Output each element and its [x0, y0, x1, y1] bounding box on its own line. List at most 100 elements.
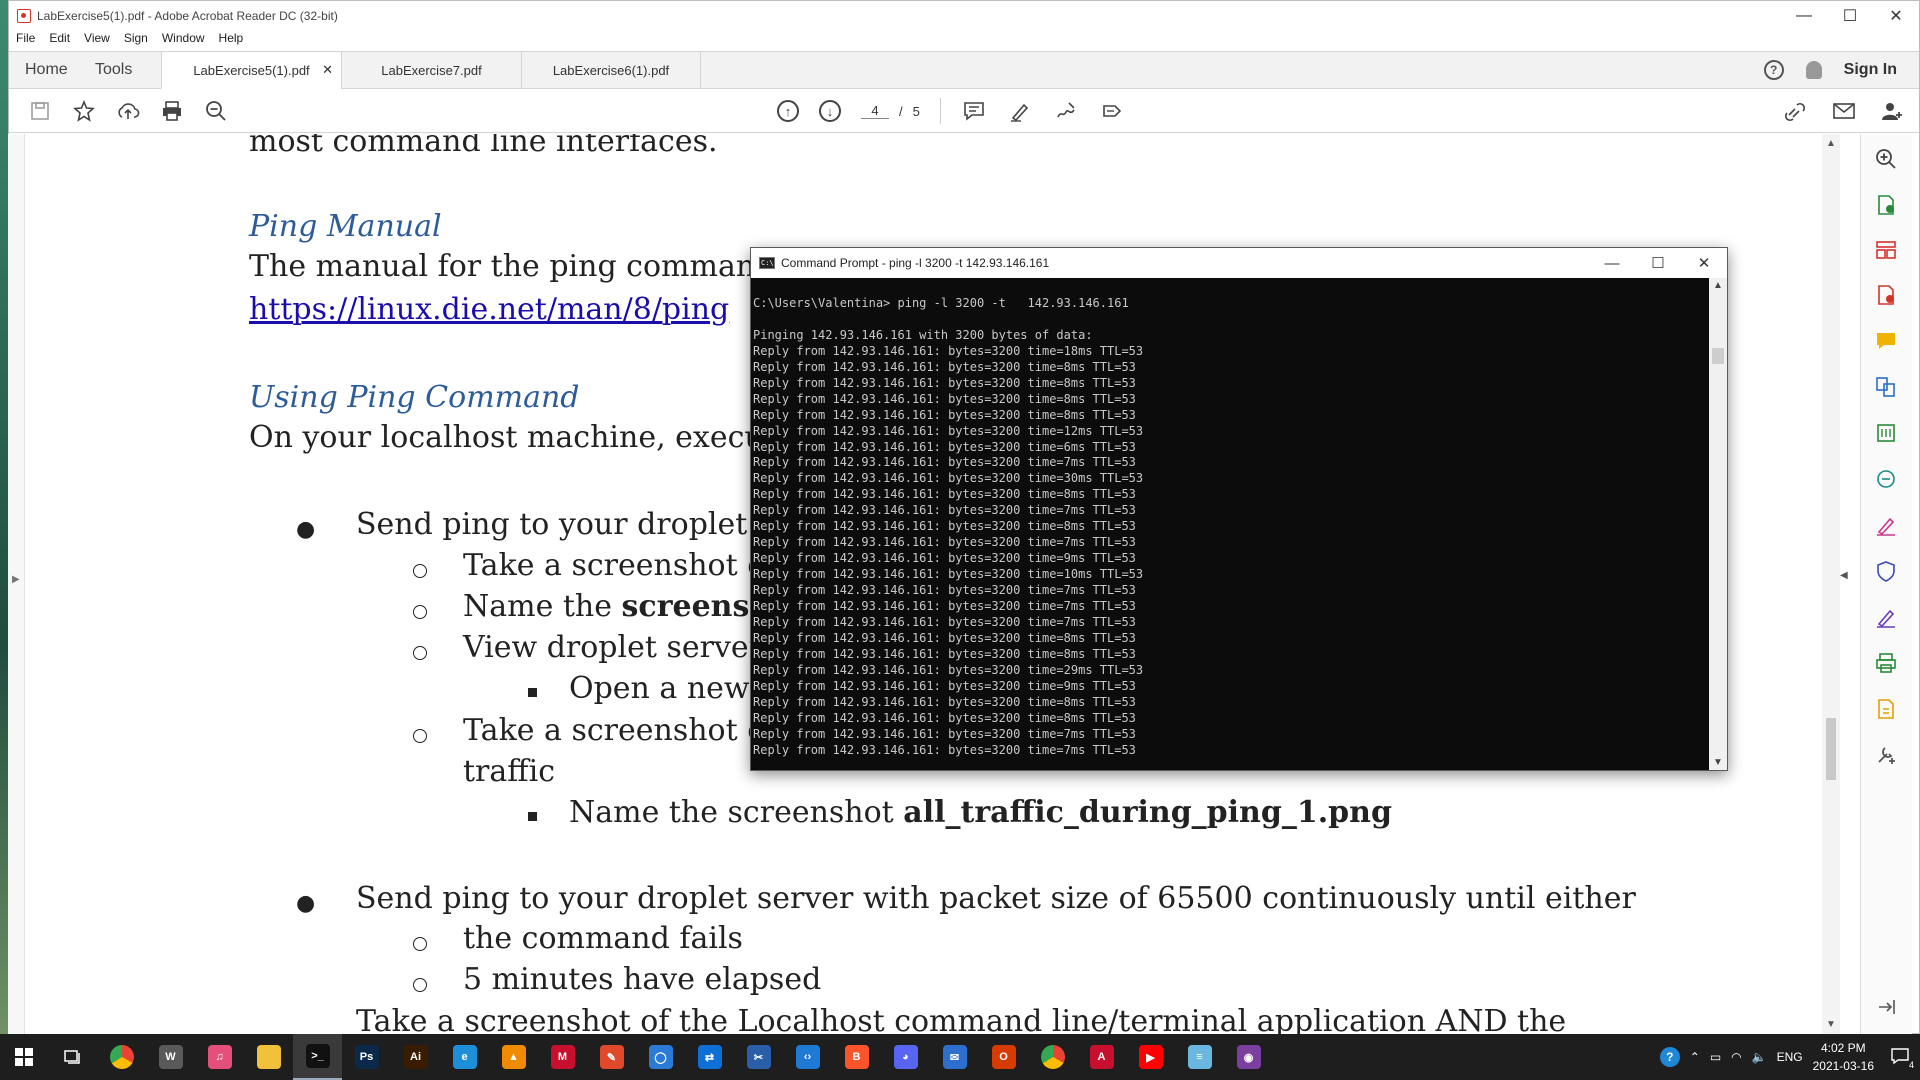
share-link-icon[interactable] [1783, 98, 1809, 124]
taskbar-app-button[interactable]: ♫ [195, 1034, 244, 1080]
upload-cloud-icon[interactable] [115, 98, 141, 124]
comment-icon[interactable] [961, 98, 987, 124]
taskbar-app-button[interactable]: ◕ [881, 1034, 930, 1080]
cmd-reply-line: Reply from 142.93.146.161: bytes=3200 ti… [753, 710, 1136, 725]
taskbar-app-button[interactable]: ⇄ [685, 1034, 734, 1080]
comment-panel-icon[interactable] [1875, 330, 1897, 352]
organize-pages-icon[interactable] [1875, 239, 1897, 261]
combine-files-icon[interactable] [1875, 376, 1897, 398]
save-icon[interactable] [27, 98, 53, 124]
cmd-maximize-button[interactable]: ☐ [1635, 254, 1681, 272]
left-panel-rail[interactable]: ▶ [8, 134, 25, 1034]
taskbar-app-button[interactable]: ✂ [734, 1034, 783, 1080]
taskbar-app-button[interactable] [97, 1034, 146, 1080]
cmd-scroll-up-icon[interactable]: ▲ [1713, 280, 1723, 291]
fill-and-sign-icon[interactable] [1875, 514, 1897, 536]
taskbar-app-button[interactable]: ▶ [1126, 1034, 1175, 1080]
print-icon[interactable] [159, 98, 185, 124]
tab-document-labexercise7[interactable]: LabExercise7.pdf [341, 52, 521, 88]
help-tray-icon[interactable]: ? [1659, 1047, 1680, 1067]
scan-ocr-icon[interactable] [1875, 468, 1897, 490]
cmd-scroll-down-icon[interactable]: ▼ [1713, 757, 1723, 768]
tab-home[interactable]: Home [9, 52, 81, 88]
edit-pdf-icon[interactable] [1875, 422, 1897, 444]
page-number-input[interactable]: 4 [861, 103, 889, 119]
taskbar-app-button[interactable]: Ai [391, 1034, 440, 1080]
taskbar-app-button[interactable]: M [538, 1034, 587, 1080]
maximize-button[interactable]: ☐ [1827, 1, 1873, 31]
print-production-icon[interactable] [1875, 652, 1897, 674]
taskbar-app-button[interactable]: ▲ [489, 1034, 538, 1080]
start-button[interactable] [0, 1034, 48, 1080]
menu-sign[interactable]: Sign [124, 31, 148, 51]
fill-sign-icon[interactable] [1099, 98, 1125, 124]
language-indicator[interactable]: ENG [1777, 1050, 1803, 1064]
tab-tools[interactable]: Tools [81, 52, 161, 88]
chevron-up-icon[interactable]: ⌃ [1690, 1050, 1700, 1064]
more-tools-icon[interactable] [1875, 744, 1897, 766]
create-pdf-icon[interactable] [1875, 194, 1897, 216]
menu-edit[interactable]: Edit [49, 31, 70, 51]
expand-left-panel-icon[interactable]: ▶ [12, 574, 20, 585]
close-tab-icon[interactable]: ✕ [322, 62, 333, 78]
taskbar-app-button[interactable]: ≡ [1175, 1034, 1224, 1080]
sign-icon[interactable] [1053, 98, 1079, 124]
taskbar-app-button[interactable]: W [146, 1034, 195, 1080]
tab-document-labexercise5[interactable]: LabExercise5(1).pdf ✕ [161, 52, 341, 89]
send-for-comments-icon[interactable] [1875, 698, 1897, 720]
menu-view[interactable]: View [84, 31, 110, 51]
task-view-icon[interactable] [48, 1034, 97, 1080]
highlight-pen-icon[interactable] [1007, 98, 1033, 124]
taskbar-app-button[interactable]: e [440, 1034, 489, 1080]
cmd-console-output[interactable]: C:\Users\Valentina> ping -l 3200 -t 142.… [751, 278, 1709, 770]
zoom-out-icon[interactable] [203, 98, 229, 124]
taskbar-app-button[interactable]: ◉ [1224, 1034, 1273, 1080]
close-button[interactable]: ✕ [1873, 1, 1919, 31]
sign-in-button[interactable]: Sign In [1844, 61, 1897, 79]
zoom-in-icon[interactable] [1875, 148, 1897, 170]
command-prompt-window[interactable]: C:\ Command Prompt - ping -l 3200 -t 142… [750, 247, 1728, 771]
scrollbar-thumb[interactable] [1826, 718, 1836, 780]
menu-help[interactable]: Help [219, 31, 244, 51]
battery-icon[interactable]: ▭ [1710, 1050, 1721, 1064]
taskbar-app-button[interactable]: ✉ [930, 1034, 979, 1080]
notifications-bell-icon[interactable] [1805, 61, 1822, 79]
taskbar-app-button[interactable] [244, 1034, 293, 1080]
previous-page-icon[interactable]: ↑ [777, 100, 799, 122]
taskbar-app-button[interactable]: B [832, 1034, 881, 1080]
collapse-right-panel-icon[interactable]: ◀ [1840, 570, 1848, 581]
add-user-icon[interactable] [1879, 98, 1905, 124]
taskbar-app-button[interactable]: A [1077, 1034, 1126, 1080]
help-icon[interactable]: ? [1763, 60, 1784, 80]
protect-shield-icon[interactable] [1875, 560, 1897, 582]
collapse-tools-icon[interactable] [1875, 996, 1897, 1018]
menu-file[interactable]: File [16, 31, 35, 51]
taskbar-app-button[interactable]: ‹› [783, 1034, 832, 1080]
cmd-close-button[interactable]: ✕ [1681, 254, 1727, 272]
volume-icon[interactable]: 🔈 [1752, 1050, 1767, 1064]
scroll-down-icon[interactable]: ▼ [1826, 1019, 1836, 1030]
cmd-scrollbar-thumb[interactable] [1712, 348, 1724, 364]
taskbar-app-button[interactable]: O [979, 1034, 1028, 1080]
cmd-minimize-button[interactable]: — [1589, 255, 1635, 272]
taskbar-app-button[interactable]: ◯ [636, 1034, 685, 1080]
scroll-up-icon[interactable]: ▲ [1826, 138, 1836, 149]
menu-window[interactable]: Window [162, 31, 205, 51]
next-page-icon[interactable]: ↓ [819, 100, 841, 122]
taskbar-app-button[interactable] [1028, 1034, 1077, 1080]
taskbar-app-button[interactable]: ✎ [587, 1034, 636, 1080]
cmd-scrollbar[interactable]: ▲ ▼ [1709, 278, 1727, 770]
wifi-icon[interactable]: ◠ [1731, 1050, 1741, 1064]
clock[interactable]: 4:02 PM 2021-03-16 [1813, 1039, 1874, 1075]
manual-link[interactable]: https://linux.die.net/man/8/ping [249, 292, 729, 327]
taskbar-app-button[interactable]: >_ [293, 1034, 342, 1080]
notification-center-icon[interactable]: 4 [1890, 1047, 1914, 1070]
tab-document-labexercise6[interactable]: LabExercise6(1).pdf [521, 52, 701, 88]
bookmark-star-icon[interactable] [71, 98, 97, 124]
minimize-button[interactable]: — [1781, 1, 1827, 31]
taskbar-app-button[interactable]: Ps [342, 1034, 391, 1080]
email-icon[interactable] [1831, 98, 1857, 124]
request-signature-icon[interactable] [1875, 606, 1897, 628]
export-pdf-icon[interactable] [1875, 284, 1897, 306]
document-scrollbar[interactable]: ▲ ▼ [1822, 134, 1840, 1034]
